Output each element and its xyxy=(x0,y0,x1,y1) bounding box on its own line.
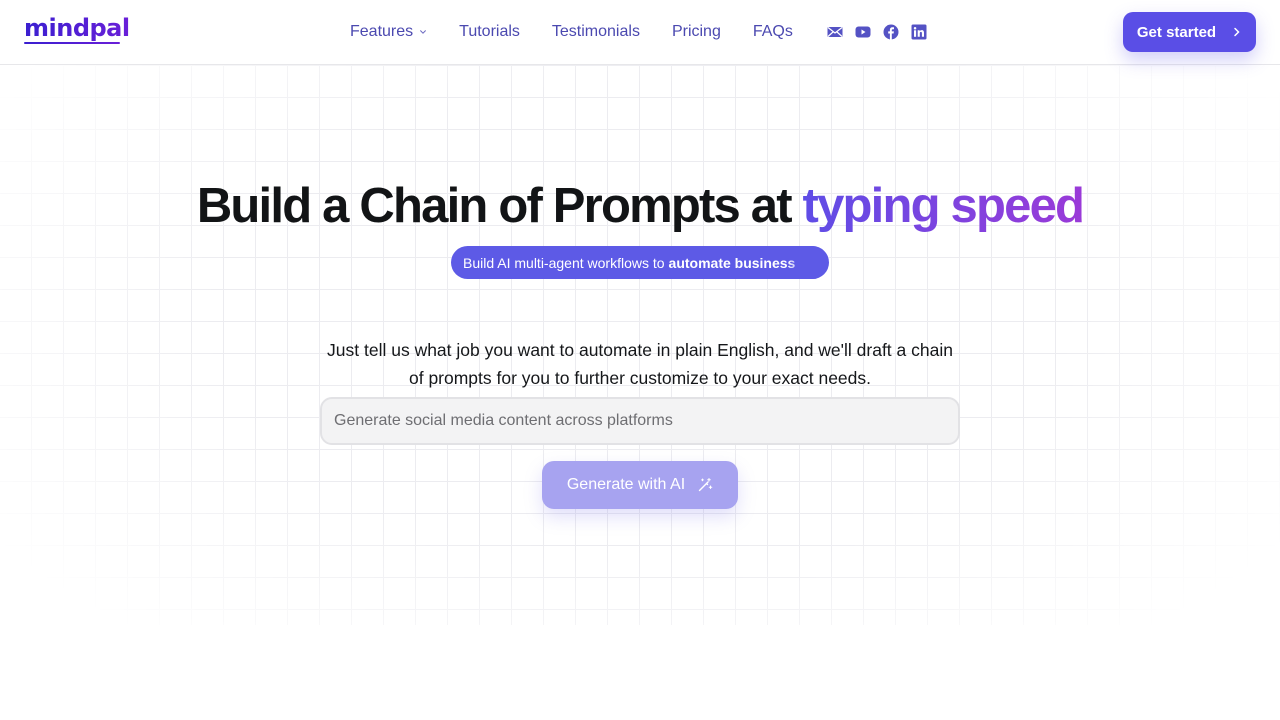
hero-title: Build a Chain of Prompts at typing speed xyxy=(0,178,1280,234)
site-header: mindpal Features Tutorials Testimonials … xyxy=(0,0,1280,65)
get-started-label: Get started xyxy=(1136,23,1217,41)
nav-testimonials[interactable]: Testimonials xyxy=(552,23,640,41)
nav-tutorials[interactable]: Tutorials xyxy=(459,23,520,41)
typing-tagline-pill: Build AI multi-agent workflows to automa… xyxy=(451,246,829,279)
hero-description: Just tell us what job you want to automa… xyxy=(327,340,953,388)
nav-pricing[interactable]: Pricing xyxy=(672,23,721,41)
hero-title-accent: typing speed xyxy=(802,179,1085,233)
logo[interactable]: mindpal xyxy=(24,14,130,42)
facebook-icon[interactable] xyxy=(883,24,899,40)
main-nav: Features Tutorials Testimonials Pricing … xyxy=(350,0,939,64)
generate-with-ai-button[interactable]: Generate with AI xyxy=(542,461,738,509)
generate-label: Generate with AI xyxy=(566,476,686,493)
linkedin-icon[interactable] xyxy=(911,24,927,40)
typing-fade xyxy=(787,246,817,279)
nav-features-label: Features xyxy=(350,23,414,40)
chevron-right-icon xyxy=(1234,27,1240,37)
chevron-down-icon xyxy=(420,30,427,34)
nav-faqs[interactable]: FAQs xyxy=(753,23,793,41)
pill-bold-text: automate business xyxy=(668,254,796,271)
social-links xyxy=(827,24,939,40)
mail-icon[interactable] xyxy=(827,24,843,40)
pill-text: Build AI multi-agent workflows to xyxy=(463,254,665,271)
youtube-icon[interactable] xyxy=(855,24,871,40)
nav-features[interactable]: Features xyxy=(350,23,427,41)
hero-title-main: Build a Chain of Prompts at xyxy=(196,179,803,233)
job-prompt-input[interactable] xyxy=(320,397,960,445)
magic-wand-icon xyxy=(698,477,713,492)
get-started-button[interactable]: Get started xyxy=(1123,12,1256,52)
logo-underline xyxy=(24,42,120,44)
